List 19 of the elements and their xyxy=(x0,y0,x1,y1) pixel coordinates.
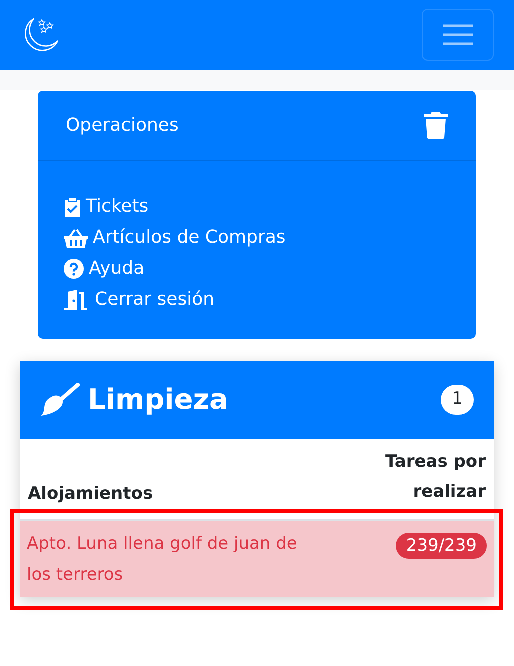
menu-link[interactable]: Ayuda xyxy=(64,253,145,284)
menu-icon xyxy=(442,24,474,46)
brush-icon xyxy=(40,383,80,417)
menu-link[interactable]: Tickets xyxy=(64,191,149,222)
card-title: Operaciones xyxy=(66,114,179,138)
table-cell-text: Apto. Luna llena golf de juan de los terreros xyxy=(27,533,298,587)
card-title: Limpieza xyxy=(88,382,228,418)
door-icon xyxy=(64,290,90,310)
menu-link[interactable]: Artículos de Compras xyxy=(64,222,286,253)
help-icon xyxy=(64,258,84,278)
tasks-badge: 239/239 xyxy=(396,533,487,559)
column-header: Tareas por realizar xyxy=(384,451,486,504)
menu-link[interactable]: Cerrar sesión xyxy=(64,284,215,315)
trash-icon[interactable] xyxy=(424,112,448,139)
count-badge: 1 xyxy=(441,385,474,415)
menu-button[interactable] xyxy=(422,9,494,61)
clipboard-icon xyxy=(64,196,81,216)
basket-icon xyxy=(64,228,88,248)
column-header: Alojamientos xyxy=(28,482,154,506)
